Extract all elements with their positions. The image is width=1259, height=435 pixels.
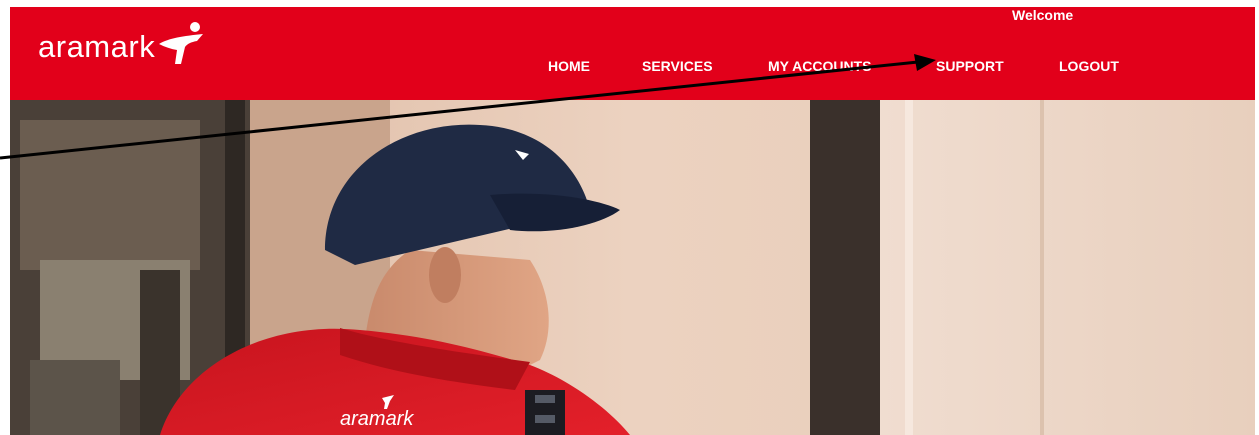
main-nav: HOME SERVICES MY ACCOUNTS SUPPORT LOGOUT	[10, 58, 1255, 78]
nav-logout-link[interactable]: LOGOUT	[1059, 58, 1119, 74]
nav-home-link[interactable]: HOME	[548, 58, 590, 74]
site-header: aramark Welcome HOME SERVICES MY ACCOUNT…	[10, 7, 1255, 100]
jacket-logo-text: aramark	[340, 408, 414, 430]
page: aramark Welcome HOME SERVICES MY ACCOUNT…	[0, 0, 1259, 435]
nav-support-link[interactable]: SUPPORT	[936, 58, 1004, 74]
welcome-text: Welcome	[1012, 7, 1074, 23]
nav-services-link[interactable]: SERVICES	[642, 58, 713, 74]
hero-image: aramark	[10, 100, 1255, 435]
hero-illustration: aramark	[10, 100, 1255, 435]
nav-my-accounts-link[interactable]: MY ACCOUNTS	[768, 58, 871, 74]
